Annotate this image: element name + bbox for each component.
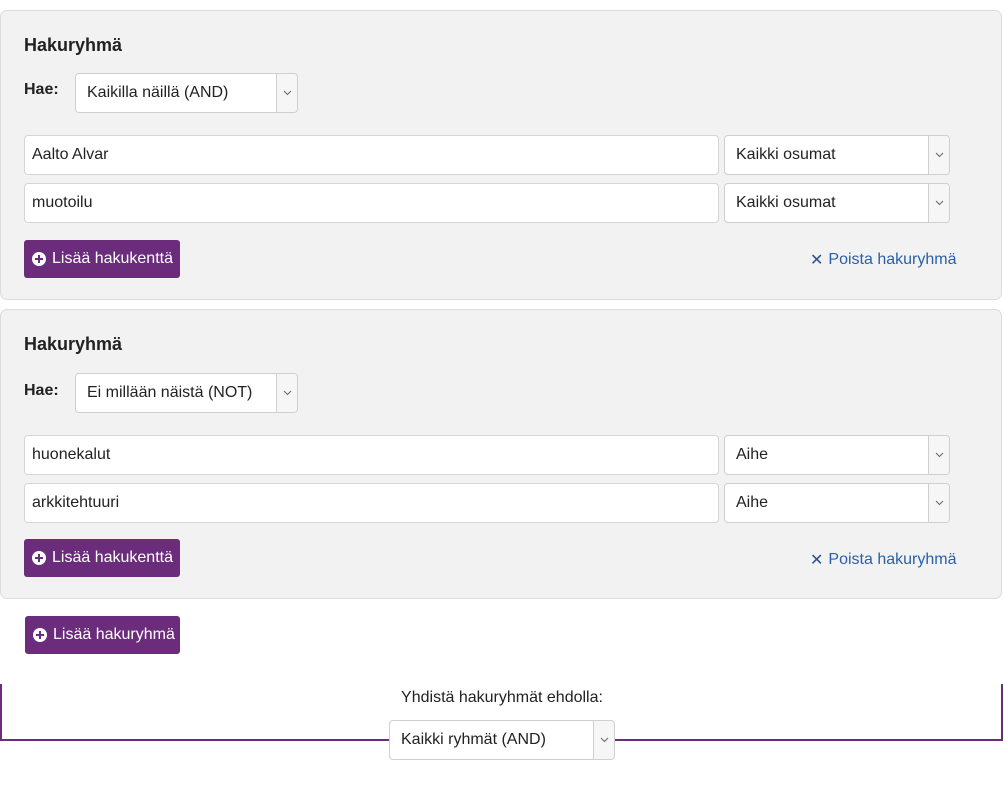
chevron-down-icon <box>928 136 949 174</box>
add-search-field-button[interactable]: Lisää hakukenttä <box>24 539 180 577</box>
chevron-down-icon <box>928 484 949 522</box>
input-value: huonekalut <box>32 446 111 463</box>
connector-line-right-horizontal <box>613 739 1003 741</box>
remove-group-link[interactable]: ✕ Poista hakuryhmä <box>810 550 956 570</box>
search-term-input[interactable]: arkkitehtuuri <box>24 483 719 523</box>
select-value: Kaikki osumat <box>736 194 836 211</box>
input-value: arkkitehtuuri <box>32 494 120 511</box>
select-value: Ei millään näistä (NOT) <box>87 384 253 401</box>
select-value: Kaikki ryhmät (AND) <box>401 731 546 748</box>
button-label: Lisää hakukenttä <box>52 250 173 267</box>
chevron-down-icon <box>928 436 949 474</box>
connector-line-left-horizontal <box>0 739 390 741</box>
chevron-down-icon <box>276 374 297 412</box>
hae-label: Hae: <box>24 382 59 399</box>
x-icon: ✕ <box>810 252 824 269</box>
select-value: Kaikilla näillä (AND) <box>87 84 229 101</box>
x-icon: ✕ <box>810 552 824 569</box>
add-search-field-button[interactable]: Lisää hakukenttä <box>24 240 180 278</box>
search-term-input[interactable]: huonekalut <box>24 435 719 475</box>
input-value: muotoilu <box>32 194 93 211</box>
plus-circle-icon <box>32 252 46 266</box>
group-title: Hakuryhmä <box>24 35 123 55</box>
hae-label: Hae: <box>24 81 59 98</box>
chevron-down-icon <box>593 721 614 759</box>
select-value: Aihe <box>736 446 769 463</box>
chevron-down-icon <box>928 184 949 222</box>
select-value: Kaikki osumat <box>736 146 836 163</box>
search-group-2: Hakuryhmä Hae: Ei millään näistä (NOT) h… <box>0 309 1002 599</box>
field-type-select[interactable]: Kaikki osumat <box>724 135 950 175</box>
search-term-input[interactable]: muotoilu <box>24 183 719 223</box>
search-group-1: Hakuryhmä Hae: Kaikilla näillä (AND) Aal… <box>0 10 1002 300</box>
input-value: Aalto Alvar <box>32 146 109 163</box>
link-label: Poista hakuryhmä <box>828 551 957 568</box>
button-label: Lisää hakukenttä <box>52 549 173 566</box>
field-type-select[interactable]: Aihe <box>724 435 950 475</box>
add-search-group-button[interactable]: Lisää hakuryhmä <box>25 616 180 654</box>
search-term-input[interactable]: Aalto Alvar <box>24 135 719 175</box>
group-operator-select[interactable]: Kaikilla näillä (AND) <box>75 73 298 113</box>
group-operator-select[interactable]: Ei millään näistä (NOT) <box>75 373 298 413</box>
select-value: Aihe <box>736 494 769 511</box>
link-label: Poista hakuryhmä <box>828 251 957 268</box>
plus-circle-icon <box>33 628 47 642</box>
chevron-down-icon <box>276 74 297 112</box>
button-label: Lisää hakuryhmä <box>53 626 175 643</box>
plus-circle-icon <box>32 551 46 565</box>
field-type-select[interactable]: Aihe <box>724 483 950 523</box>
combine-groups-label: Yhdistä hakuryhmät ehdolla: <box>401 689 603 706</box>
field-type-select[interactable]: Kaikki osumat <box>724 183 950 223</box>
combine-groups-select[interactable]: Kaikki ryhmät (AND) <box>389 720 615 760</box>
group-title: Hakuryhmä <box>24 334 123 354</box>
remove-group-link[interactable]: ✕ Poista hakuryhmä <box>810 250 956 270</box>
